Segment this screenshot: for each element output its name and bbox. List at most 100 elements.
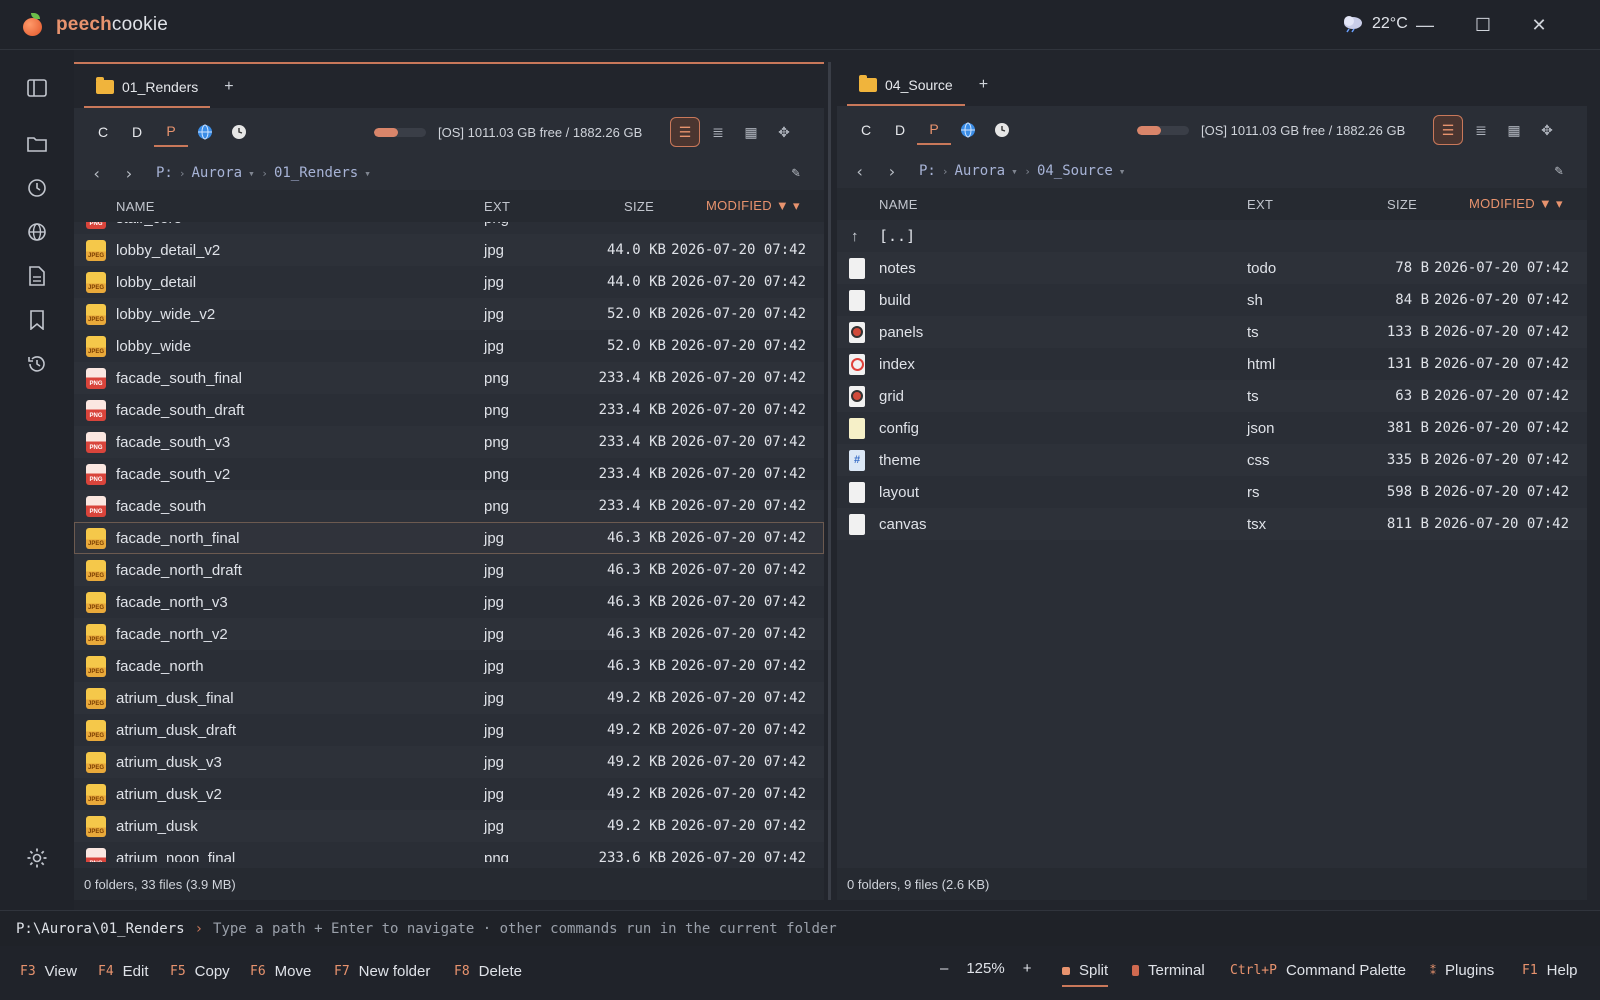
edit-path-pencil-icon[interactable]: ✎	[792, 165, 800, 181]
column-ext[interactable]: EXT	[484, 199, 510, 214]
file-row[interactable]: canvas tsx 811 B 2026-07-20 07:42	[837, 508, 1587, 540]
recent-drive-icon[interactable]	[222, 117, 256, 147]
document-icon[interactable]	[23, 262, 51, 290]
forward-chevron-icon[interactable]: ›	[887, 162, 919, 181]
new-tab-button[interactable]: +	[979, 76, 988, 94]
forward-chevron-icon[interactable]: ›	[124, 164, 156, 183]
weather-widget[interactable]: 22°C	[1342, 15, 1408, 33]
breadcrumb-folder-current[interactable]: 04_Source	[1037, 163, 1113, 179]
column-name[interactable]: NAME	[116, 199, 155, 214]
file-row[interactable]: layout rs 598 B 2026-07-20 07:42	[837, 476, 1587, 508]
drive-p-button[interactable]: P	[154, 117, 188, 147]
breadcrumb-folder-aurora[interactable]: Aurora	[191, 165, 242, 181]
breadcrumb-root[interactable]: P:	[919, 163, 936, 179]
drive-c-button[interactable]: C	[849, 115, 883, 145]
file-row[interactable]: PNG stair_core png 232.2 KB 2026-07-20 07:42	[74, 222, 824, 234]
file-row[interactable]: # theme css 335 B 2026-07-20 07:42	[837, 444, 1587, 476]
plugins-button[interactable]: ⁑ Plugins	[1430, 962, 1494, 979]
file-row[interactable]: grid ts 63 B 2026-07-20 07:42	[837, 380, 1587, 412]
chevron-down-icon[interactable]: ▾ ›	[248, 167, 268, 180]
sidebar-toggle-icon[interactable]	[23, 74, 51, 102]
edit-path-pencil-icon[interactable]: ✎	[1555, 163, 1563, 179]
split-toggle-button[interactable]: Split	[1062, 962, 1109, 987]
close-button[interactable]: ✕	[1524, 12, 1554, 38]
network-globe-icon[interactable]	[951, 115, 985, 145]
file-row[interactable]: JPEG lobby_wide_v2 jpg 52.0 KB 2026-07-20 07…	[74, 298, 824, 330]
history-icon[interactable]	[23, 350, 51, 378]
drive-d-button[interactable]: D	[883, 115, 917, 145]
chevron-down-icon[interactable]: ▾	[1119, 165, 1126, 178]
file-row[interactable]: JPEG lobby_detail jpg 44.0 KB 2026-07-20 07:…	[74, 266, 824, 298]
f3-view-button[interactable]: F3 View	[20, 963, 77, 980]
column-size[interactable]: SIZE	[1387, 197, 1417, 212]
file-row[interactable]: PNG facade_south_draft png 233.4 KB 2026-07-…	[74, 394, 824, 426]
file-row[interactable]: index html 131 B 2026-07-20 07:42	[837, 348, 1587, 380]
details-view-icon[interactable]: ☰	[1433, 115, 1463, 145]
pane-divider[interactable]	[828, 62, 831, 900]
file-row[interactable]: config json 381 B 2026-07-20 07:42	[837, 412, 1587, 444]
file-row[interactable]: PNG atrium_noon_final png 233.6 KB 2026-07-2…	[74, 842, 824, 862]
drive-c-button[interactable]: C	[86, 117, 120, 147]
f4-edit-button[interactable]: F4 Edit	[98, 963, 149, 980]
move-arrows-icon[interactable]: ✥	[769, 117, 799, 147]
list-view-icon[interactable]: ≣	[1466, 115, 1496, 145]
column-modified[interactable]: MODIFIED ▼ ▾	[706, 198, 800, 214]
file-row[interactable]: JPEG facade_north jpg 46.3 KB 2026-07-20 07:…	[74, 650, 824, 682]
file-row[interactable]: JPEG lobby_detail_v2 jpg 44.0 KB 2026-07-20 …	[74, 234, 824, 266]
settings-gear-icon[interactable]	[23, 844, 51, 872]
breadcrumb-folder-current[interactable]: 01_Renders	[274, 165, 358, 181]
column-size[interactable]: SIZE	[624, 199, 654, 214]
command-line[interactable]: P:\Aurora\01_Renders › Type a path + Ent…	[0, 910, 1600, 946]
file-row[interactable]: PNG facade_south_v3 png 233.4 KB 2026-07-20 …	[74, 426, 824, 458]
network-globe-icon[interactable]	[23, 218, 51, 246]
terminal-button[interactable]: Terminal	[1132, 962, 1205, 979]
breadcrumb-folder-aurora[interactable]: Aurora	[954, 163, 1005, 179]
recent-drive-icon[interactable]	[985, 115, 1019, 145]
parent-folder-row[interactable]: ↑ [..]	[837, 220, 1587, 252]
file-row[interactable]: JPEG facade_north_v2 jpg 46.3 KB 2026-07-20 …	[74, 618, 824, 650]
file-row[interactable]: JPEG atrium_dusk jpg 49.2 KB 2026-07-20 07:4…	[74, 810, 824, 842]
drive-p-button[interactable]: P	[917, 115, 951, 145]
drive-d-button[interactable]: D	[120, 117, 154, 147]
f5-copy-button[interactable]: F5 Copy	[170, 963, 230, 980]
details-view-icon[interactable]: ☰	[670, 117, 700, 147]
folder-icon[interactable]	[23, 130, 51, 158]
file-row[interactable]: notes todo 78 B 2026-07-20 07:42	[837, 252, 1587, 284]
file-row[interactable]: JPEG atrium_dusk_v3 jpg 49.2 KB 2026-07-20 0…	[74, 746, 824, 778]
minimize-button[interactable]: —	[1410, 12, 1440, 38]
chevron-down-icon[interactable]: ▾ ›	[1011, 165, 1031, 178]
help-button[interactable]: F1 Help	[1522, 962, 1578, 979]
back-chevron-icon[interactable]: ‹	[92, 164, 124, 183]
file-row[interactable]: PNG facade_south png 233.4 KB 2026-07-20 07:…	[74, 490, 824, 522]
file-row[interactable]: build sh 84 B 2026-07-20 07:42	[837, 284, 1587, 316]
recent-clock-icon[interactable]	[23, 174, 51, 202]
command-palette-button[interactable]: Ctrl+P Command Palette	[1230, 962, 1406, 979]
list-view-icon[interactable]: ≣	[703, 117, 733, 147]
f7-new-folder-button[interactable]: F7 New folder	[334, 963, 430, 980]
f8-delete-button[interactable]: F8 Delete	[454, 963, 522, 980]
grid-view-icon[interactable]: ▦	[1499, 115, 1529, 145]
file-row[interactable]: JPEG facade_north_draft jpg 46.3 KB 2026-07-…	[74, 554, 824, 586]
file-row[interactable]: JPEG atrium_dusk_final jpg 49.2 KB 2026-07-2…	[74, 682, 824, 714]
breadcrumb-root[interactable]: P:	[156, 165, 173, 181]
tab-01-renders[interactable]: 01_Renders	[84, 68, 211, 108]
zoom-out-button[interactable]: –	[940, 960, 948, 977]
new-tab-button[interactable]: +	[224, 78, 233, 96]
column-modified[interactable]: MODIFIED ▼ ▾	[1469, 196, 1563, 212]
tab-04-source[interactable]: 04_Source	[847, 66, 965, 106]
grid-view-icon[interactable]: ▦	[736, 117, 766, 147]
file-row[interactable]: PNG facade_south_v2 png 233.4 KB 2026-07-20 …	[74, 458, 824, 490]
move-arrows-icon[interactable]: ✥	[1532, 115, 1562, 145]
network-globe-icon[interactable]	[188, 117, 222, 147]
file-row[interactable]: JPEG atrium_dusk_v2 jpg 49.2 KB 2026-07-20 0…	[74, 778, 824, 810]
file-row[interactable]: PNG facade_south_final png 233.4 KB 2026-07-…	[74, 362, 824, 394]
zoom-in-button[interactable]: +	[1023, 960, 1032, 977]
back-chevron-icon[interactable]: ‹	[855, 162, 887, 181]
f6-move-button[interactable]: F6 Move	[250, 963, 311, 980]
maximize-button[interactable]: ☐	[1468, 12, 1498, 38]
file-row[interactable]: JPEG facade_north_final jpg 46.3 KB 2026-07-…	[74, 522, 824, 554]
column-name[interactable]: NAME	[879, 197, 918, 212]
chevron-down-icon[interactable]: ▾	[364, 167, 371, 180]
file-row[interactable]: JPEG facade_north_v3 jpg 46.3 KB 2026-07-20 …	[74, 586, 824, 618]
bookmark-icon[interactable]	[23, 306, 51, 334]
